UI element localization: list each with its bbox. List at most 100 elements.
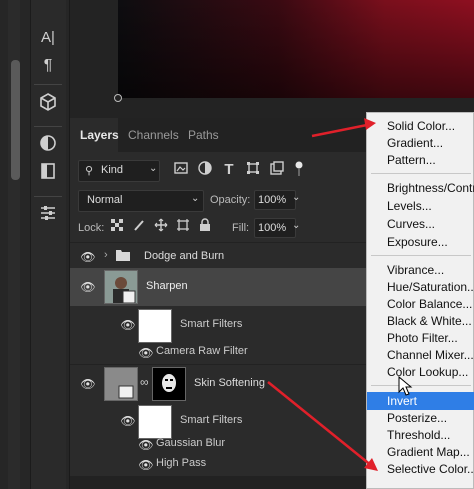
menu-item-exposure[interactable]: Exposure...	[387, 235, 448, 249]
mask-link-icon[interactable]: ∞	[140, 375, 149, 389]
toolbar-divider	[34, 196, 62, 197]
filter-mask-thumbnail	[138, 405, 172, 439]
layer-thumbnail	[104, 367, 138, 401]
filter-toggle-icon[interactable]	[290, 161, 308, 179]
smart-filters-label: Smart Filters	[180, 414, 243, 426]
adjustments-circle-icon[interactable]	[36, 134, 60, 158]
canvas-corner-handle	[114, 94, 122, 102]
menu-item-black-white[interactable]: Black & White...	[387, 314, 472, 328]
chevron-down-icon[interactable]: ⌄	[292, 192, 300, 203]
visibility-eye-icon[interactable]: 👁	[138, 439, 154, 451]
menu-item-color-lookup[interactable]: Color Lookup...	[387, 365, 468, 379]
menu-item-channel-mixer[interactable]: Channel Mixer...	[387, 348, 474, 362]
layer-thumbnail	[104, 270, 138, 304]
menu-highlight	[367, 392, 474, 410]
smart-filters-row[interactable]: 👁 Smart Filters	[70, 402, 370, 440]
layer-mask-thumbnail	[152, 367, 186, 401]
lock-image-pixels-icon[interactable]	[130, 218, 148, 236]
filter-row-gaussian-blur[interactable]: 👁 Gaussian Blur	[70, 436, 370, 454]
menu-item-posterize[interactable]: Posterize...	[387, 411, 447, 425]
lock-label: Lock:	[78, 222, 105, 234]
visibility-eye-icon[interactable]: 👁	[80, 251, 96, 263]
paragraph-icon[interactable]: ¶	[36, 54, 60, 78]
tab-paths[interactable]: Paths	[188, 128, 219, 142]
opacity-label: Opacity:	[210, 194, 251, 206]
3d-cube-icon[interactable]	[36, 92, 60, 116]
layer-name: Dodge and Burn	[144, 250, 225, 262]
fill-value: 100%	[258, 222, 287, 234]
chevron-down-icon: ⌄	[149, 163, 158, 174]
toolbar-divider	[34, 126, 62, 127]
menu-item-pattern[interactable]: Pattern...	[387, 153, 436, 167]
adjustment-filter-icon[interactable]	[196, 161, 214, 179]
folder-icon	[116, 249, 130, 264]
menu-divider	[371, 173, 471, 174]
menu-divider	[371, 385, 471, 386]
visibility-eye-icon[interactable]: 👁	[80, 378, 96, 390]
pixel-filter-icon[interactable]	[172, 161, 190, 179]
lock-transparent-pixels-icon[interactable]	[108, 218, 126, 236]
layer-row-dodge-and-burn[interactable]: 👁 › Dodge and Burn	[70, 242, 370, 270]
menu-item-photo-filter[interactable]: Photo Filter...	[387, 331, 458, 345]
visibility-eye-icon[interactable]: 👁	[138, 459, 154, 471]
toolbar-scroll-thumb[interactable]	[11, 60, 20, 180]
menu-item-hue-saturation[interactable]: Hue/Saturation...	[387, 280, 474, 294]
sliders-icon[interactable]	[36, 204, 60, 228]
opacity-value: 100%	[258, 194, 287, 206]
layer-name: Skin Softening	[194, 377, 265, 389]
lock-all-icon[interactable]	[196, 218, 214, 236]
blend-mode-value: Normal	[87, 194, 123, 206]
visibility-eye-icon[interactable]: 👁	[120, 415, 136, 427]
menu-item-brightness-contrast[interactable]: Brightness/Contr	[387, 181, 474, 195]
expand-chevron-icon[interactable]: ›	[104, 249, 108, 261]
toolbar-divider	[34, 84, 62, 85]
filter-row-high-pass[interactable]: 👁 High Pass	[70, 456, 370, 474]
character-panel-icon[interactable]: A|	[36, 26, 60, 50]
tab-layers[interactable]: Layers	[80, 128, 119, 142]
panel-tabs: Layers Channels Paths	[70, 118, 370, 152]
fill-label: Fill:	[232, 222, 250, 234]
tab-channels[interactable]: Channels	[128, 128, 179, 142]
filter-row-camera-raw[interactable]: 👁 Camera Raw Filter	[70, 344, 370, 362]
menu-item-color-balance[interactable]: Color Balance...	[387, 297, 472, 311]
layer-name: Sharpen	[146, 280, 188, 292]
blend-mode-select[interactable]: Normal ⌄	[78, 190, 204, 212]
smart-object-filter-icon[interactable]	[268, 161, 286, 179]
filter-mask-thumbnail	[138, 309, 172, 343]
layers-panel: Layers Channels Paths ⚲ Kind ⌄ T Normal …	[70, 118, 370, 489]
lock-position-icon[interactable]	[152, 218, 170, 236]
smart-filters-label: Smart Filters	[180, 318, 243, 330]
visibility-eye-icon[interactable]: 👁	[80, 281, 96, 293]
menu-item-threshold[interactable]: Threshold...	[387, 428, 450, 442]
menu-item-invert[interactable]: Invert	[387, 394, 417, 408]
visibility-eye-icon[interactable]: 👁	[120, 319, 136, 331]
menu-item-gradient[interactable]: Gradient...	[387, 136, 443, 150]
menu-item-solid-color[interactable]: Solid Color...	[387, 119, 455, 133]
menu-item-gradient-map[interactable]: Gradient Map...	[387, 445, 470, 459]
fill-input[interactable]: 100%	[254, 218, 296, 238]
opacity-input[interactable]: 100%	[254, 190, 296, 210]
menu-divider	[371, 255, 471, 256]
filter-kind-select[interactable]: ⚲ Kind ⌄	[78, 160, 160, 182]
left-toolbar: A| ¶	[0, 0, 70, 489]
shape-filter-icon[interactable]	[244, 161, 262, 179]
document-canvas[interactable]	[118, 0, 474, 98]
menu-item-selective-color[interactable]: Selective Color...	[387, 462, 474, 476]
smart-filters-row[interactable]: 👁 Smart Filters	[70, 306, 370, 344]
visibility-eye-icon[interactable]: 👁	[138, 347, 154, 359]
type-filter-icon[interactable]: T	[220, 161, 238, 179]
lock-artboard-icon[interactable]	[174, 218, 192, 236]
chevron-down-icon: ⌄	[191, 193, 200, 204]
book-panel-icon[interactable]	[36, 162, 60, 186]
menu-item-vibrance[interactable]: Vibrance...	[387, 263, 444, 277]
menu-item-curves[interactable]: Curves...	[387, 217, 435, 231]
layer-row-sharpen[interactable]: 👁 Sharpen	[70, 268, 370, 306]
layer-row-skin-softening[interactable]: 👁 ∞ Skin Softening	[70, 364, 370, 402]
menu-item-levels[interactable]: Levels...	[387, 199, 432, 213]
search-icon: ⚲	[85, 165, 94, 177]
filter-name: High Pass	[156, 457, 207, 469]
filter-name: Gaussian Blur	[156, 437, 226, 449]
adjustment-layer-menu: Solid Color... Gradient... Pattern... Br…	[366, 112, 474, 489]
chevron-down-icon[interactable]: ⌄	[292, 220, 300, 231]
filter-name: Camera Raw Filter	[156, 345, 248, 357]
